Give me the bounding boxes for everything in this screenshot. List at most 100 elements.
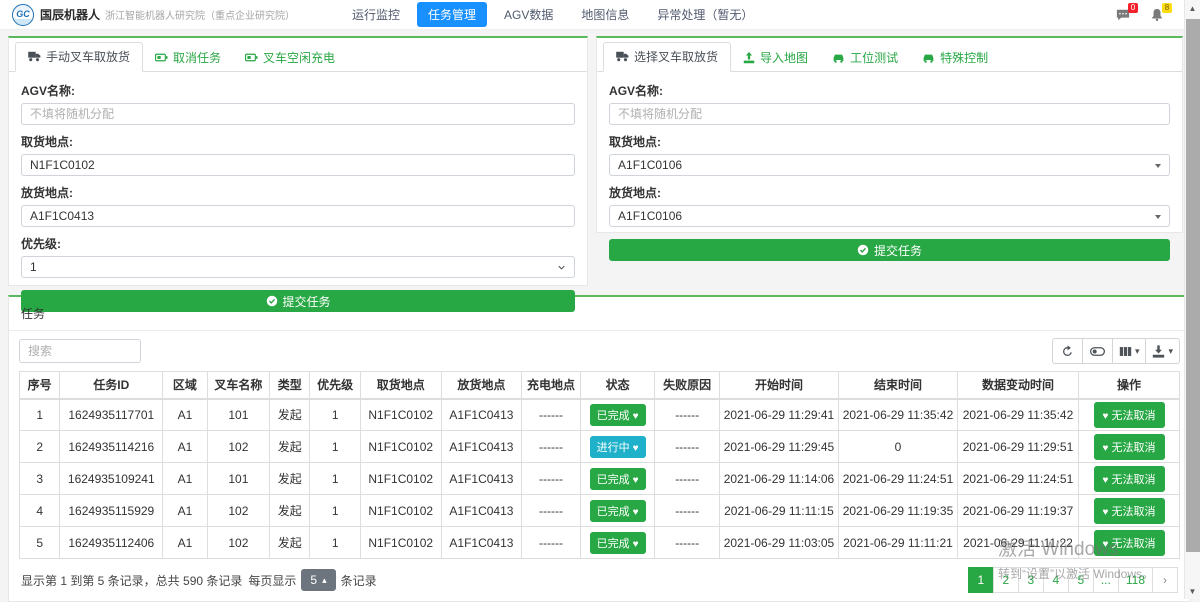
page-size-dropdown[interactable]: 5 ▴ — [301, 569, 335, 591]
page-1[interactable]: 1 — [968, 567, 994, 593]
tab-import-map[interactable]: 导入地图 — [731, 44, 820, 72]
right-panel-tabs: 选择叉车取放货 导入地图 工位测试 — [597, 38, 1182, 72]
cell-status: 已完成 ♥ — [580, 495, 655, 527]
tab-idle-charging[interactable]: 叉车空闲充电 — [233, 44, 347, 72]
task-table-panel: 任务 — [8, 295, 1191, 602]
check-circle-icon — [266, 295, 278, 307]
columns-button[interactable]: ▾ — [1112, 338, 1147, 364]
notification-icon[interactable]: 8 — [1150, 8, 1164, 22]
select-task-form: AGV名称: 取货地点: A1F1C0106 放货地点: A1F1C0106 — [597, 72, 1182, 271]
next-page-button[interactable]: › — [1152, 567, 1178, 593]
tab-label: 选择叉车取放货 — [634, 48, 718, 65]
cell-dropoff: A1F1C0413 — [441, 399, 522, 431]
cell-changed: 2021-06-29 11:29:51 — [957, 431, 1078, 463]
heart-icon: ♥ — [633, 443, 639, 454]
pickup-label: 取货地点: — [609, 133, 1170, 150]
cell-priority: 1 — [310, 463, 360, 495]
cell-fail-reason: ------ — [655, 463, 720, 495]
car-icon — [832, 52, 845, 63]
export-button[interactable]: ▾ — [1145, 338, 1180, 364]
page-content: 手动叉车取放货 取消任务 叉车空闲充电 — [0, 30, 1191, 602]
scrollbar-thumb[interactable] — [1186, 19, 1200, 552]
download-icon — [1152, 345, 1165, 358]
cell-type: 发起 — [270, 463, 310, 495]
page-2[interactable]: 2 — [993, 567, 1019, 593]
message-icon[interactable]: 0 — [1116, 8, 1130, 22]
refresh-button[interactable] — [1052, 338, 1083, 364]
heart-icon: ♥ — [633, 411, 639, 422]
table-row: 2 1624935114216 A1 102 发起 1 N1F1C0102 A1… — [20, 431, 1180, 463]
submit-label: 提交任务 — [283, 293, 331, 310]
car-icon — [922, 52, 935, 63]
cell-area: A1 — [163, 463, 207, 495]
cell-end: 0 — [838, 431, 957, 463]
cell-status: 已完成 ♥ — [580, 527, 655, 559]
dropoff-input[interactable] — [21, 205, 575, 227]
cell-status: 已完成 ♥ — [580, 463, 655, 495]
cell-charge: ------ — [522, 463, 581, 495]
agv-name-input[interactable] — [21, 103, 575, 125]
status-badge: 已完成 ♥ — [590, 468, 646, 490]
battery-icon — [245, 52, 258, 63]
toggle-view-button[interactable] — [1082, 338, 1113, 364]
pickup-input[interactable] — [21, 154, 575, 176]
tab-manual-forklift[interactable]: 手动叉车取放货 — [15, 42, 143, 72]
cell-agv: 102 — [207, 495, 270, 527]
agv-name-input[interactable] — [609, 103, 1170, 125]
heart-icon: ♥ — [1103, 539, 1109, 550]
nav-item-agv-data[interactable]: AGV数据 — [493, 2, 564, 27]
nav-item-monitor[interactable]: 运行监控 — [341, 2, 411, 27]
tab-select-forklift[interactable]: 选择叉车取放货 — [603, 42, 731, 72]
cell-charge: ------ — [522, 527, 581, 559]
cell-area: A1 — [163, 527, 207, 559]
tab-station-test[interactable]: 工位测试 — [820, 44, 910, 72]
scrollbar-down-arrow[interactable]: ▼ — [1185, 583, 1200, 599]
nav-item-map-info[interactable]: 地图信息 — [570, 2, 640, 27]
priority-label: 优先级: — [21, 235, 575, 252]
table-row: 1 1624935117701 A1 101 发起 1 N1F1C0102 A1… — [20, 399, 1180, 431]
pickup-select[interactable]: A1F1C0106 — [609, 154, 1170, 176]
scrollbar-up-arrow[interactable]: ▲ — [1185, 0, 1200, 16]
page-4[interactable]: 4 — [1043, 567, 1069, 593]
heart-icon: ♥ — [1103, 507, 1109, 518]
col-seq: 序号 — [20, 372, 60, 399]
cell-dropoff: A1F1C0413 — [441, 527, 522, 559]
tab-cancel-task[interactable]: 取消任务 — [143, 44, 233, 72]
tab-special-control[interactable]: 特殊控制 — [910, 44, 1000, 72]
dropoff-select[interactable]: A1F1C0106 — [609, 205, 1170, 227]
page-3[interactable]: 3 — [1018, 567, 1044, 593]
cell-action: ♥ 无法取消 — [1079, 463, 1180, 495]
page-5[interactable]: 5 — [1068, 567, 1094, 593]
caret-up-icon: ▴ — [322, 576, 327, 585]
submit-task-button[interactable]: 提交任务 — [21, 290, 575, 312]
dropoff-label: 放货地点: — [21, 184, 575, 201]
cell-pickup: N1F1C0102 — [360, 431, 441, 463]
submit-task-button[interactable]: 提交任务 — [609, 239, 1170, 261]
status-badge: 已完成 ♥ — [590, 500, 646, 522]
nav-item-task-management[interactable]: 任务管理 — [417, 2, 487, 27]
nav-item-exception[interactable]: 异常处理（暂无） — [646, 2, 764, 27]
table-row: 4 1624935115929 A1 102 发起 1 N1F1C0102 A1… — [20, 495, 1180, 527]
cancel-disabled-button[interactable]: ♥ 无法取消 — [1094, 434, 1165, 460]
cell-agv: 101 — [207, 399, 270, 431]
tab-label: 手动叉车取放货 — [46, 48, 130, 65]
col-end-time: 结束时间 — [838, 372, 957, 399]
cell-priority: 1 — [310, 527, 360, 559]
battery-icon — [155, 52, 168, 63]
cancel-disabled-button[interactable]: ♥ 无法取消 — [1094, 498, 1165, 524]
page-ellipsis[interactable]: ... — [1093, 567, 1119, 593]
col-priority: 优先级 — [310, 372, 360, 399]
cell-end: 2021-06-29 11:11:21 — [838, 527, 957, 559]
cancel-disabled-button[interactable]: ♥ 无法取消 — [1094, 466, 1165, 492]
status-badge: 已完成 ♥ — [590, 532, 646, 554]
task-table: 序号 任务ID 区域 叉车名称 类型 优先级 取货地点 放货地点 充电地点 状态… — [19, 371, 1180, 559]
cancel-disabled-button[interactable]: ♥ 无法取消 — [1094, 402, 1165, 428]
cancel-disabled-button[interactable]: ♥ 无法取消 — [1094, 530, 1165, 556]
priority-select[interactable]: 1 — [21, 256, 575, 278]
page-last[interactable]: 118 — [1118, 567, 1153, 593]
cell-dropoff: A1F1C0413 — [441, 431, 522, 463]
dropoff-label: 放货地点: — [609, 184, 1170, 201]
tab-label: 特殊控制 — [940, 49, 988, 66]
col-status: 状态 — [580, 372, 655, 399]
search-input[interactable] — [19, 339, 141, 363]
